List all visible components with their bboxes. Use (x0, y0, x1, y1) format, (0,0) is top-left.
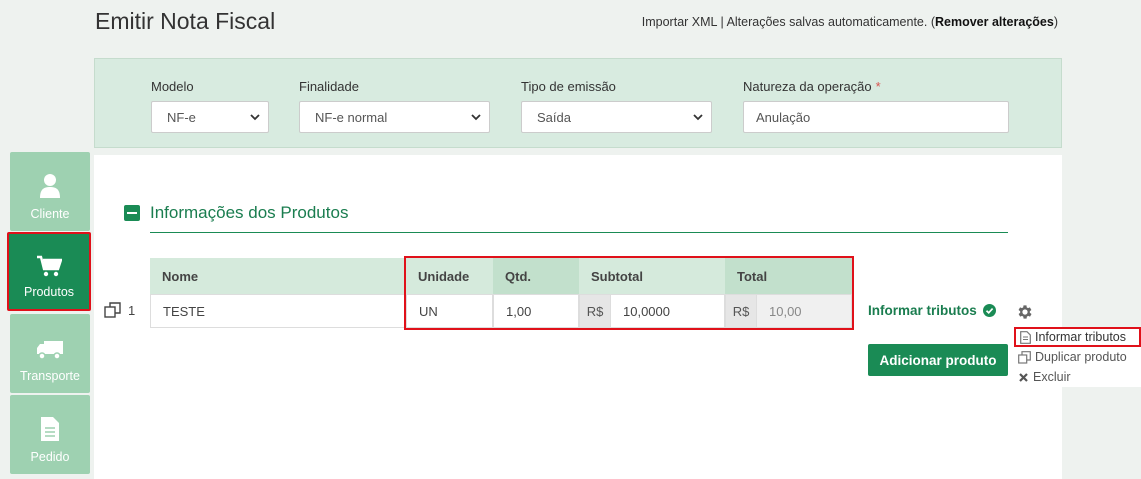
natureza-label-text: Natureza da operação (743, 79, 872, 94)
close-paren: ) (1053, 15, 1058, 29)
column-header-total: Total (725, 258, 852, 294)
cell-nome-value: TESTE (163, 303, 205, 319)
page-title: Emitir Nota Fiscal (95, 8, 276, 34)
tipo-emissao-label: Tipo de emissão (521, 79, 616, 94)
modelo-value: NF-e (167, 109, 196, 125)
menu-item-excluir[interactable]: Excluir (1014, 367, 1141, 387)
sidebar-item-label: Pedido (30, 450, 70, 464)
cell-total-value: 10,00 (769, 303, 802, 319)
sidebar-item-label: Transporte (20, 369, 80, 383)
currency-prefix: R$ (726, 295, 757, 327)
separator: | (720, 15, 724, 29)
sidebar-item-pedido[interactable]: Pedido (10, 395, 90, 474)
cell-qtd[interactable]: 1,00 (493, 294, 579, 328)
menu-item-duplicar-produto[interactable]: Duplicar produto (1014, 347, 1141, 367)
row-number: 1 (128, 302, 136, 318)
check-circle-icon (982, 304, 996, 317)
menu-item-informar-tributos[interactable]: Informar tributos (1014, 327, 1141, 347)
section-title: Informações dos Produtos (150, 203, 349, 222)
column-header-nome: Nome (150, 258, 406, 294)
add-product-button[interactable]: Adicionar produto (868, 344, 1008, 376)
currency-prefix: R$ (580, 295, 611, 327)
chevron-down-icon (471, 114, 481, 121)
menu-item-label: Duplicar produto (1035, 350, 1127, 364)
finalidade-field: Finalidade NF-e normal (299, 79, 490, 133)
copy-icon[interactable] (104, 302, 122, 318)
natureza-value: Anulação (756, 109, 811, 125)
sidebar-item-label: Produtos (23, 285, 75, 299)
sidebar-item-transporte[interactable]: Transporte (10, 314, 90, 393)
natureza-field: Natureza da operação * Anulação (743, 79, 1009, 133)
cell-subtotal[interactable]: R$ 10,0000 (579, 294, 725, 328)
products-panel: Informações dos Produtos Nome Unidade Qt… (94, 155, 1062, 479)
close-icon (1019, 372, 1028, 382)
tipo-emissao-field: Tipo de emissão Saída (521, 79, 712, 133)
finalidade-value: NF-e normal (315, 109, 388, 125)
tipo-emissao-value: Saída (537, 109, 571, 125)
cell-total: R$ 10,00 (725, 294, 852, 328)
gear-icon[interactable] (1016, 303, 1034, 321)
cell-unidade-value: UN (419, 303, 438, 319)
finalidade-select[interactable]: NF-e normal (299, 101, 490, 133)
menu-item-label: Informar tributos (1035, 330, 1127, 344)
remove-changes-link[interactable]: Remover alterações (935, 15, 1054, 29)
copy-icon (1018, 350, 1031, 364)
sidebar-item-label: Cliente (30, 207, 70, 221)
column-header-subtotal: Subtotal (579, 258, 725, 294)
row-actions-menu: Informar tributos Duplicar produto Exclu… (1014, 327, 1141, 387)
natureza-input[interactable]: Anulação (743, 101, 1009, 133)
informar-tributos-label: Informar tributos (868, 303, 977, 318)
sidebar-item-produtos[interactable]: Produtos (7, 232, 91, 311)
column-header-qtd: Qtd. (493, 258, 579, 294)
filter-bar: Modelo NF-e Finalidade NF-e normal Tipo … (94, 58, 1062, 148)
autosave-text: Alterações salvas automaticamente. ( (726, 15, 935, 29)
section-header[interactable]: Informações dos Produtos (124, 203, 348, 223)
finalidade-label: Finalidade (299, 79, 359, 94)
cell-qtd-value: 1,00 (506, 303, 532, 319)
cell-nome[interactable]: TESTE (150, 294, 406, 328)
chevron-down-icon (693, 114, 703, 121)
document-icon (41, 417, 59, 441)
menu-item-label: Excluir (1033, 370, 1071, 384)
informar-tributos-link[interactable]: Informar tributos (868, 303, 996, 318)
user-icon (40, 174, 60, 198)
section-divider (150, 232, 1008, 233)
column-header-unidade: Unidade (406, 258, 493, 294)
row-index: 1 (104, 302, 135, 318)
modelo-label: Modelo (151, 79, 194, 94)
modelo-select[interactable]: NF-e (151, 101, 269, 133)
document-icon (1020, 330, 1031, 344)
top-links: Importar XML | Alterações salvas automat… (642, 15, 1058, 29)
modelo-field: Modelo NF-e (151, 79, 269, 133)
required-mark: * (875, 79, 881, 94)
tipo-emissao-select[interactable]: Saída (521, 101, 712, 133)
natureza-label: Natureza da operação * (743, 79, 1009, 94)
cell-unidade[interactable]: UN (406, 294, 493, 328)
cart-icon (37, 255, 62, 277)
cell-subtotal-value: 10,0000 (623, 303, 670, 319)
sidebar-item-cliente[interactable]: Cliente (10, 152, 90, 231)
collapse-icon[interactable] (124, 205, 140, 221)
chevron-down-icon (250, 114, 260, 121)
import-xml-link[interactable]: Importar XML (642, 15, 717, 29)
truck-icon (37, 341, 63, 360)
